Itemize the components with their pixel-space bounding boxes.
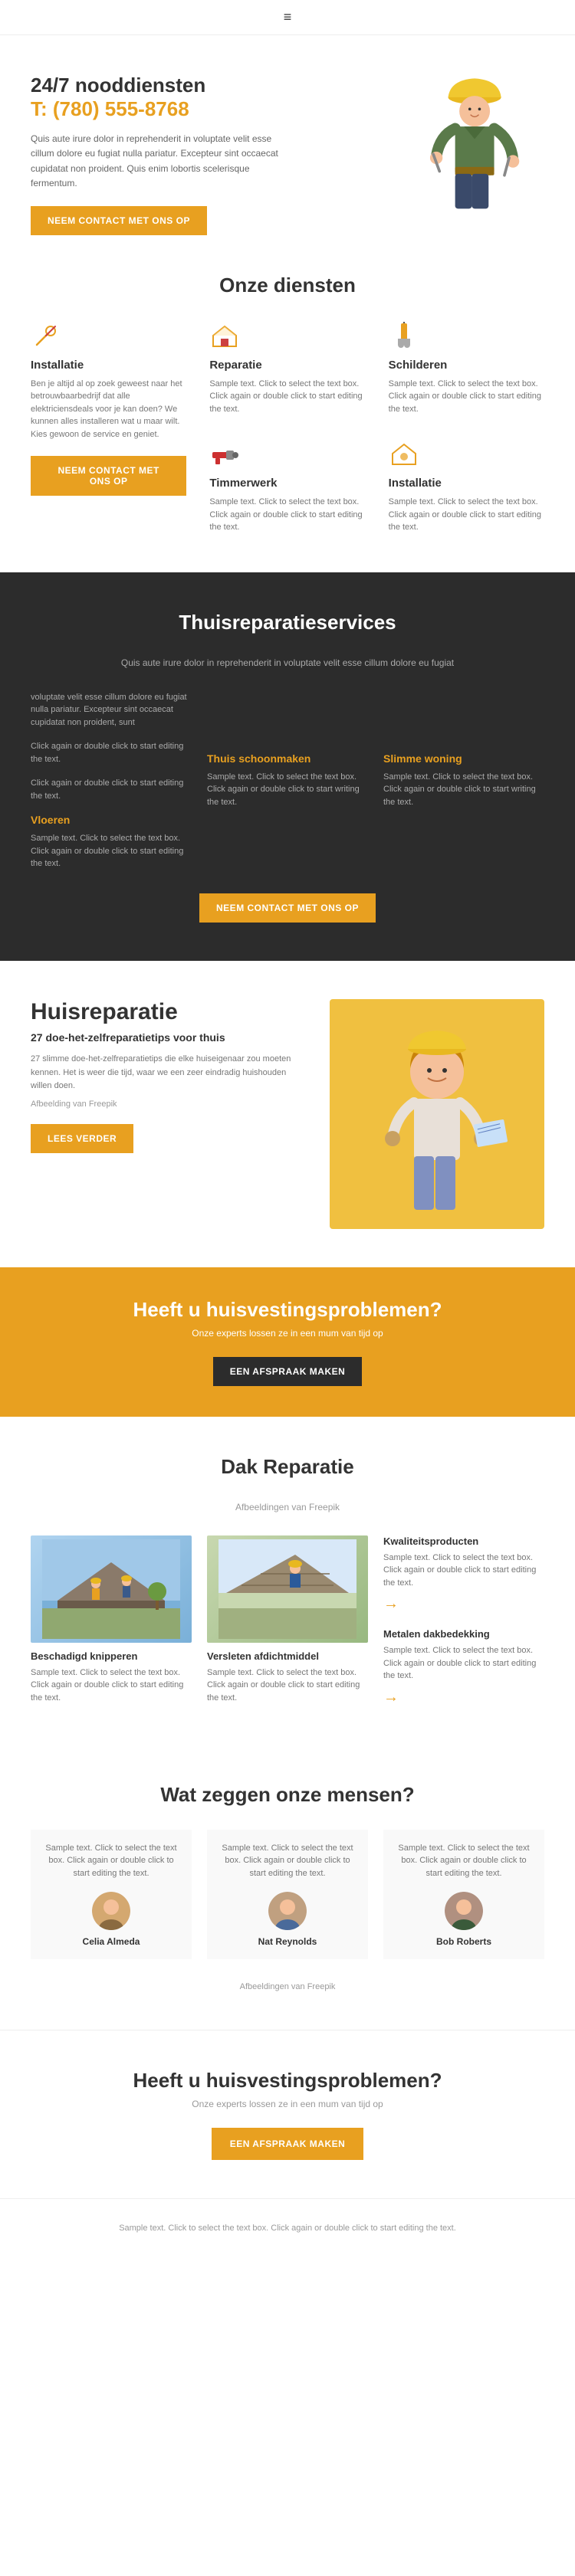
dienst-timmerwerk: Timmerwerk Sample text. Click to select … xyxy=(209,438,365,534)
thuis-col2-desc: Sample text. Click to select the text bo… xyxy=(207,771,368,809)
testimonial-bob-text: Sample text. Click to select the text bo… xyxy=(396,1842,532,1880)
hero-image xyxy=(391,66,544,223)
dak-kwaliteit-arrow[interactable]: → xyxy=(383,1595,544,1613)
testimonial-nat-text: Sample text. Click to select the text bo… xyxy=(219,1842,356,1880)
house-icon xyxy=(209,320,240,351)
huisrep-text: 27 slimme doe-het-zelfreparatietips die … xyxy=(31,1053,307,1093)
testimonials-title: Wat zeggen onze mensen? xyxy=(31,1783,544,1807)
dak-versleten-image xyxy=(207,1535,368,1643)
huisrep-subtitle: 27 doe-het-zelfreparatietips voor thuis xyxy=(31,1031,307,1044)
dak-metalen-arrow[interactable]: → xyxy=(383,1689,544,1706)
testimonials-section: Wat zeggen onze mensen? Sample text. Cli… xyxy=(0,1745,575,2030)
dienst-timmerwerk-title: Timmerwerk xyxy=(209,477,365,490)
avatar-bob xyxy=(445,1892,483,1930)
cta1-subtitle: Onze experts lossen ze in een mum van ti… xyxy=(31,1328,544,1339)
dienst-reparatie-text: Sample text. Click to select the text bo… xyxy=(209,378,365,416)
dak-section: Dak Reparatie Afbeeldingen van Freepik xyxy=(0,1417,575,1745)
dak-title: Dak Reparatie xyxy=(31,1455,544,1479)
diensten-section: Onze diensten Installatie Ben je altijd … xyxy=(0,235,575,572)
huisreparatie-section: Huisreparatie 27 doe-het-zelfreparatieti… xyxy=(0,961,575,1267)
footer-text: Sample text. Click to select the text bo… xyxy=(31,2222,544,2236)
dienst-reparatie: Reparatie Sample text. Click to select t… xyxy=(209,320,365,416)
hero-section: 24/7 nooddiensten T: (780) 555-8768 Quis… xyxy=(0,35,575,235)
testimonial-celia: Sample text. Click to select the text bo… xyxy=(31,1830,192,1960)
dienst-installatie2-text: Sample text. Click to select the text bo… xyxy=(389,496,544,534)
testimonial-nat-name: Nat Reynolds xyxy=(258,1936,317,1947)
diensten-title: Onze diensten xyxy=(31,274,544,297)
dak-beschadigd-title: Beschadigd knipperen xyxy=(31,1650,192,1662)
cta-banner-2: Heeft u huisvestingsproblemen? Onze expe… xyxy=(0,2030,575,2198)
home-install-icon xyxy=(389,438,419,469)
cta1-title: Heeft u huisvestingsproblemen? xyxy=(31,1298,544,1322)
huisrep-title: Huisreparatie xyxy=(31,999,307,1025)
thuis-col3-desc: Sample text. Click to select the text bo… xyxy=(383,771,544,809)
huisrep-image xyxy=(330,999,544,1229)
hero-text: Quis aute irure dolor in reprehenderit i… xyxy=(31,132,291,191)
thuis-col1-side1: Click again or double click to start edi… xyxy=(31,740,192,765)
dak-beschadigd: Beschadigd knipperen Sample text. Click … xyxy=(31,1535,192,1706)
thuis-col3-title: Slimme woning xyxy=(383,752,544,765)
dak-metalen-text: Sample text. Click to select the text bo… xyxy=(383,1644,544,1683)
testimonial-bob-name: Bob Roberts xyxy=(436,1936,491,1947)
paint-icon xyxy=(389,320,419,351)
testimonial-celia-name: Celia Almeda xyxy=(83,1936,140,1947)
dak-kwaliteit-title: Kwaliteitsproducten xyxy=(383,1535,544,1547)
thuis-col1-title: Vloeren xyxy=(31,814,192,826)
dienst-schilderen-title: Schilderen xyxy=(389,359,544,372)
huisrep-cta-button[interactable]: LEES VERDER xyxy=(31,1124,133,1153)
testimonial-bob: Sample text. Click to select the text bo… xyxy=(383,1830,544,1960)
avatar-nat xyxy=(268,1892,307,1930)
thuis-subtitle: Quis aute irure dolor in reprehenderit i… xyxy=(31,657,544,668)
footer: Sample text. Click to select the text bo… xyxy=(0,2198,575,2259)
hero-title: 24/7 nooddiensten xyxy=(31,74,391,97)
dak-metalen-title: Metalen dakbedekking xyxy=(383,1628,544,1640)
thuis-col1-intro: voluptate velit esse cillum dolore eu fu… xyxy=(31,691,192,729)
dak-metalen: Metalen dakbedekking Sample text. Click … xyxy=(383,1628,544,1706)
dak-kwaliteit-text: Sample text. Click to select the text bo… xyxy=(383,1552,544,1590)
testimonial-celia-text: Sample text. Click to select the text bo… xyxy=(43,1842,179,1880)
thuis-title: Thuisreparatieservices xyxy=(31,611,544,634)
dak-versleten-title: Versleten afdichtmiddel xyxy=(207,1650,368,1662)
thuis-cta-button[interactable]: NEEM CONTACT MET ONS OP xyxy=(199,893,376,923)
dienst-installatie2-title: Installatie xyxy=(389,477,544,490)
thuis-col2-title: Thuis schoonmaken xyxy=(207,752,368,765)
dienst-schilderen-text: Sample text. Click to select the text bo… xyxy=(389,378,544,416)
dienst-schilderen: Schilderen Sample text. Click to select … xyxy=(389,320,544,416)
dak-versleten-text: Sample text. Click to select the text bo… xyxy=(207,1667,368,1705)
dienst-installatie-title: Installatie xyxy=(31,359,186,372)
dak-versleten: Versleten afdichtmiddel Sample text. Cli… xyxy=(207,1535,368,1706)
header: ≡ xyxy=(0,0,575,35)
cta2-subtitle: Onze experts lossen ze in een mum van ti… xyxy=(31,2099,544,2109)
avatar-celia xyxy=(92,1892,130,1930)
dienst-timmerwerk-text: Sample text. Click to select the text bo… xyxy=(209,496,365,534)
dienst-installatie-text: Ben je altijd al op zoek geweest naar he… xyxy=(31,378,186,441)
cta2-button[interactable]: EEN AFSPRAAK MAKEN xyxy=(212,2128,364,2160)
testimonial-nat: Sample text. Click to select the text bo… xyxy=(207,1830,368,1960)
dienst-installatie: Installatie Ben je altijd al op zoek gew… xyxy=(31,320,186,534)
thuis-section: Thuisreparatieservices Quis aute irure d… xyxy=(0,572,575,961)
thuis-col1-desc: Sample text. Click to select the text bo… xyxy=(31,832,192,870)
hamburger-menu-icon[interactable]: ≡ xyxy=(284,9,292,25)
tools-icon xyxy=(31,320,61,351)
dak-beschadigd-image xyxy=(31,1535,192,1643)
dienst-reparatie-title: Reparatie xyxy=(209,359,365,372)
testimonials-credit: Afbeeldingen van Freepik xyxy=(31,1982,544,1991)
dienst-installatie2: Installatie Sample text. Click to select… xyxy=(389,438,544,534)
dak-beschadigd-text: Sample text. Click to select the text bo… xyxy=(31,1667,192,1705)
huisrep-credit: Afbeelding van Freepik xyxy=(31,1100,307,1109)
hero-phone: T: (780) 555-8768 xyxy=(31,97,391,121)
cta1-button[interactable]: EEN AFSPRAAK MAKEN xyxy=(213,1357,363,1386)
dak-credit: Afbeeldingen van Freepik xyxy=(31,1502,544,1512)
cta2-title: Heeft u huisvestingsproblemen? xyxy=(31,2069,544,2093)
thuis-col-2: Thuis schoonmaken Sample text. Click to … xyxy=(207,691,368,870)
thuis-col-3: Slimme woning Sample text. Click to sele… xyxy=(383,691,544,870)
drill-icon xyxy=(209,438,240,469)
dak-right-column: Kwaliteitsproducten Sample text. Click t… xyxy=(383,1535,544,1706)
dienst-installatie-cta-button[interactable]: NEEM CONTACT MET ONS OP xyxy=(31,456,186,496)
dak-kwaliteit: Kwaliteitsproducten Sample text. Click t… xyxy=(383,1535,544,1614)
cta-banner-1: Heeft u huisvestingsproblemen? Onze expe… xyxy=(0,1267,575,1417)
thuis-col-1: voluptate velit esse cillum dolore eu fu… xyxy=(31,691,192,870)
thuis-col1-side2: Click again or double click to start edi… xyxy=(31,777,192,802)
hero-cta-button[interactable]: NEEM CONTACT MET ONS OP xyxy=(31,206,207,235)
